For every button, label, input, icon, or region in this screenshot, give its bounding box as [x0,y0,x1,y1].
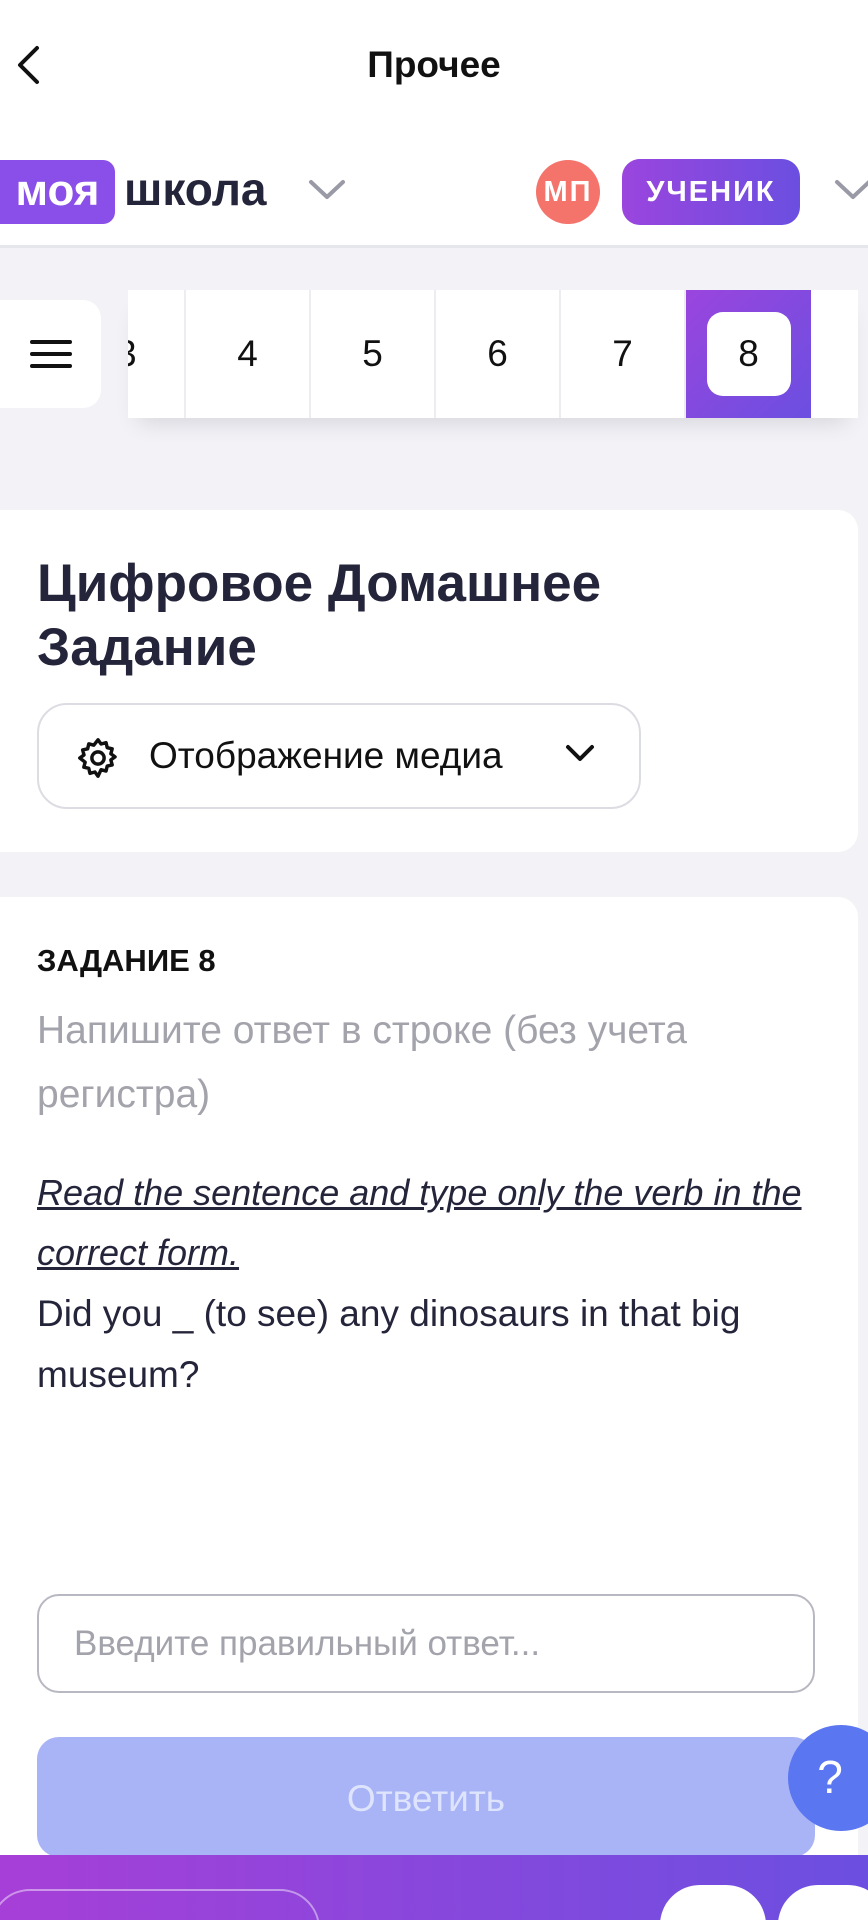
page-next-partial[interactable] [811,290,858,418]
chevron-down-icon [566,745,594,761]
top-nav-bar: Прочее [0,0,868,130]
page-8-active[interactable]: 8 [686,290,811,418]
logo-shkola: школа [124,163,267,215]
homework-title: Цифровое Домашнее Задание [37,554,602,677]
chevron-down-icon[interactable] [308,178,346,202]
menu-button[interactable] [0,300,101,408]
page-4[interactable]: 4 [186,290,311,418]
hamburger-icon [29,340,72,368]
school-header: моя школа МП УЧЕНИК [0,130,868,248]
role-button[interactable]: УЧЕНИК [622,159,800,225]
submit-answer-button[interactable]: Ответить [37,1737,815,1857]
page-5[interactable]: 5 [311,290,436,418]
task-sentence: Did you _ (to see) any dinosaurs in that… [37,1293,741,1395]
chevron-down-icon[interactable] [834,178,868,202]
avatar[interactable]: МП [536,160,600,224]
bottom-pill-outline[interactable] [0,1889,320,1920]
bottom-pill-button[interactable] [660,1885,766,1920]
active-page-label: 8 [706,312,791,396]
gear-icon [78,738,117,778]
task-instruction: Read the sentence and type only the verb… [37,1172,802,1273]
task-heading: ЗАДАНИЕ 8 [37,943,216,978]
media-display-dropdown[interactable]: Отображение медиа [37,703,641,809]
page-3[interactable]: 3 [128,290,186,418]
page-6[interactable]: 6 [436,290,561,418]
page-7[interactable]: 7 [561,290,686,418]
bottom-pill-button[interactable] [778,1885,868,1920]
homework-card: Цифровое Домашнее Задание Отображение ме… [0,510,858,852]
task-hint: Напишите ответ в строке (без учета регис… [37,1009,687,1116]
page-title: Прочее [367,44,501,85]
answer-input[interactable] [37,1594,815,1693]
logo-moya: моя [0,160,115,224]
media-display-label: Отображение медиа [149,735,503,776]
task-pagination: 3 4 5 6 7 8 [128,290,858,418]
bottom-bar [0,1855,868,1920]
